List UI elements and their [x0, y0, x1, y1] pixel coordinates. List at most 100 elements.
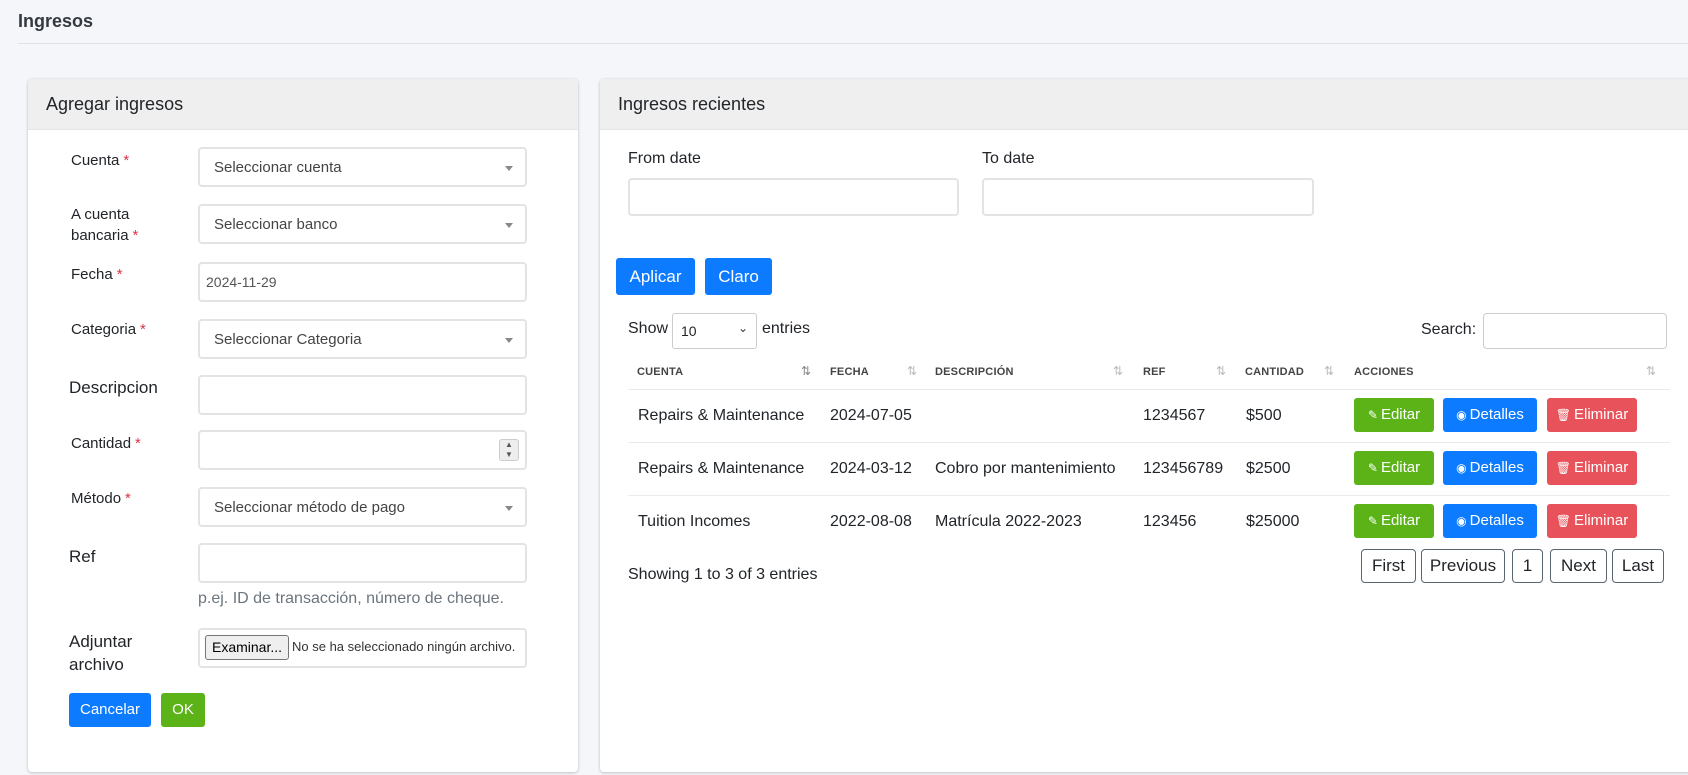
- amount-input[interactable]: ▲ ▼: [198, 430, 527, 470]
- sort-asc-icon: ⇅: [801, 364, 812, 378]
- bank-select[interactable]: Seleccionar banco: [198, 204, 527, 244]
- cell-ref: 123456789: [1143, 460, 1224, 477]
- clear-button[interactable]: Claro: [705, 258, 772, 295]
- attach-label: Adjuntar archivo: [69, 632, 133, 674]
- pagination-last[interactable]: Last: [1612, 549, 1664, 583]
- caret-down-icon: [505, 223, 513, 228]
- file-input[interactable]: Examinar... No se ha seleccionado ningún…: [198, 628, 527, 668]
- pagination-previous[interactable]: Previous: [1421, 549, 1505, 583]
- col-header-ref[interactable]: REF: [1143, 366, 1166, 378]
- edit-button[interactable]: ✎ Editar: [1354, 398, 1434, 432]
- delete-button[interactable]: 🗑 Eliminar: [1547, 451, 1637, 485]
- recent-income-title: Ingresos recientes: [618, 94, 766, 114]
- cell-ref: 1234567: [1143, 407, 1206, 424]
- date-input-value: 2024-11-29: [206, 274, 277, 290]
- table-info: Showing 1 to 3 of 3 entries: [628, 566, 818, 583]
- bank-select-value: Seleccionar banco: [214, 216, 338, 233]
- edit-icon: ✎: [1367, 461, 1378, 475]
- trash-icon: 🗑: [1555, 408, 1572, 422]
- page-length-select[interactable]: 10 ⌄: [672, 313, 757, 349]
- browse-button[interactable]: Examinar...: [205, 635, 290, 660]
- col-header-descripcion[interactable]: DESCRIPCIÓN: [935, 366, 1014, 378]
- bank-label: A cuenta bancaria *: [71, 206, 139, 244]
- table-divider: [628, 389, 1670, 390]
- sort-icon: ⇅: [1216, 364, 1227, 378]
- trash-icon: 🗑: [1555, 461, 1572, 475]
- eye-icon: ◉: [1456, 514, 1467, 528]
- col-header-fecha[interactable]: FECHA: [830, 366, 869, 378]
- date-label: Fecha *: [71, 266, 123, 283]
- pagination-page-1[interactable]: 1: [1512, 549, 1543, 583]
- table-divider: [628, 442, 1670, 443]
- delete-button[interactable]: 🗑 Eliminar: [1547, 504, 1637, 538]
- to-date-label: To date: [982, 150, 1035, 167]
- method-select[interactable]: Seleccionar método de pago: [198, 487, 527, 527]
- sort-icon: ⇅: [1646, 364, 1657, 378]
- edit-button[interactable]: ✎ Editar: [1354, 504, 1434, 538]
- table-divider: [628, 495, 1670, 496]
- eye-icon: ◉: [1456, 408, 1467, 422]
- account-label: Cuenta *: [71, 152, 130, 169]
- to-date-input[interactable]: [982, 178, 1314, 216]
- show-label: Show: [628, 320, 669, 337]
- file-none-text: No se ha seleccionado ningún archivo.: [292, 639, 516, 654]
- cell-cantidad: $500: [1246, 407, 1282, 424]
- cell-cuenta: Tuition Incomes: [638, 513, 751, 530]
- entries-label: entries: [762, 320, 811, 337]
- number-spinner[interactable]: ▲ ▼: [499, 439, 519, 461]
- ref-label: Ref: [69, 547, 96, 566]
- apply-button[interactable]: Aplicar: [616, 258, 695, 295]
- search-label: Search:: [1421, 321, 1477, 338]
- description-label: Descripcion: [69, 378, 158, 397]
- eye-icon: ◉: [1456, 461, 1467, 475]
- cell-fecha: 2024-07-05: [830, 407, 912, 424]
- method-select-value: Seleccionar método de pago: [214, 499, 405, 516]
- edit-icon: ✎: [1367, 408, 1378, 422]
- chevron-down-icon: ⌄: [737, 321, 748, 335]
- page-title: Ingresos: [18, 11, 94, 31]
- cell-cuenta: Repairs & Maintenance: [638, 460, 805, 477]
- cell-fecha: 2024-03-12: [830, 460, 912, 477]
- ok-button[interactable]: OK: [161, 693, 205, 727]
- ref-input[interactable]: [198, 543, 527, 583]
- details-button[interactable]: ◉ Detalles: [1443, 451, 1537, 485]
- cell-cantidad: $2500: [1246, 460, 1291, 477]
- caret-down-icon: [505, 506, 513, 511]
- method-label: Método *: [71, 490, 131, 507]
- edit-icon: ✎: [1367, 514, 1378, 528]
- sort-icon: ⇅: [1324, 364, 1335, 378]
- pagination-next[interactable]: Next: [1550, 549, 1607, 583]
- account-select[interactable]: Seleccionar cuenta: [198, 147, 527, 187]
- sort-icon: ⇅: [1113, 364, 1124, 378]
- trash-icon: 🗑: [1555, 514, 1572, 528]
- add-income-card: Agregar ingresos Cuenta * Seleccionar cue…: [28, 79, 578, 772]
- col-header-acciones: ACCIONES: [1354, 366, 1414, 378]
- from-date-label: From date: [628, 150, 701, 167]
- from-date-input[interactable]: [628, 178, 959, 216]
- col-header-cantidad[interactable]: CANTIDAD: [1245, 366, 1304, 378]
- edit-button[interactable]: ✎ Editar: [1354, 451, 1434, 485]
- details-button[interactable]: ◉ Detalles: [1443, 504, 1537, 538]
- description-input[interactable]: [198, 375, 527, 415]
- recent-income-card-header: Ingresos recientes: [600, 79, 1688, 130]
- category-label: Categoria *: [71, 321, 146, 338]
- add-income-title: Agregar ingresos: [46, 94, 184, 114]
- required-mark: *: [123, 152, 130, 169]
- pagination-first[interactable]: First: [1361, 549, 1416, 583]
- cell-cantidad: $25000: [1246, 513, 1300, 530]
- account-select-value: Seleccionar cuenta: [214, 159, 342, 176]
- caret-down-icon: [505, 166, 513, 171]
- delete-button[interactable]: 🗑 Eliminar: [1547, 398, 1637, 432]
- category-select[interactable]: Seleccionar Categoria: [198, 319, 527, 359]
- page-header: Ingresos: [18, 0, 1688, 44]
- cell-descripcion: Cobro por mantenimiento: [935, 460, 1116, 477]
- date-input[interactable]: 2024-11-29: [198, 262, 527, 302]
- details-button[interactable]: ◉ Detalles: [1443, 398, 1537, 432]
- cell-descripcion: Matrícula 2022-2023: [935, 513, 1082, 530]
- amount-label: Cantidad *: [71, 435, 141, 452]
- search-input[interactable]: [1483, 313, 1667, 349]
- add-income-card-header: Agregar ingresos: [28, 79, 578, 130]
- col-header-cuenta[interactable]: CUENTA: [637, 366, 683, 378]
- cancel-button[interactable]: Cancelar: [69, 693, 151, 727]
- cell-cuenta: Repairs & Maintenance: [638, 407, 805, 424]
